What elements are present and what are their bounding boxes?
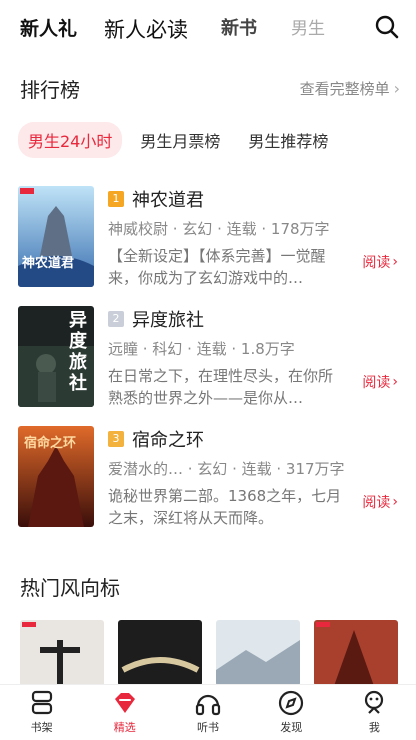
book-meta: 神威校尉 · 玄幻 · 连载 · 178万字: [108, 220, 330, 238]
tab-label: 听书: [197, 721, 219, 734]
read-button[interactable]: 阅读 ›: [362, 492, 398, 512]
read-label: 阅读: [362, 495, 391, 511]
tab-newbie-gift[interactable]: 新人礼: [20, 14, 77, 41]
hot-book-cover[interactable]: [118, 620, 202, 686]
book-desc: 【全新设定】【体系完善】一觉醒来，你成为了玄幻游戏中的…: [108, 247, 326, 287]
chevron-right-icon: ›: [393, 79, 400, 98]
book-cover-title: 宿命之环: [24, 436, 77, 451]
book-meta: 爱潜水的… · 玄幻 · 连载 · 317万字: [108, 460, 345, 478]
book-desc: 在日常之下，在理性尽头，在你所熟悉的世界之外——是你从…: [108, 367, 334, 407]
book-title: 宿命之环: [132, 430, 204, 451]
compass-icon: [279, 690, 304, 716]
tab-label: 新人必读: [104, 18, 188, 42]
chevron-right-icon: ›: [392, 374, 398, 390]
bookshelf-icon: [31, 690, 52, 715]
book-item[interactable]: 神农道君 1 神农道君 神威校尉 · 玄幻 · 连载 · 178万字 【全新设定…: [18, 186, 402, 290]
tab-label: 我: [368, 721, 380, 734]
rank-badge: 3: [108, 431, 124, 447]
tab-audiobooks[interactable]: 听书: [166, 685, 249, 740]
book-info: 3 宿命之环 爱潜水的… · 玄幻 · 连载 · 317万字 诡秘世界第二部。1…: [108, 426, 398, 529]
tab-label: 新书: [221, 18, 257, 39]
hot-thumbnails: [20, 620, 398, 686]
book-cover-title: 异度旅社: [69, 310, 87, 394]
hot-book-cover[interactable]: [216, 620, 300, 686]
tab-male[interactable]: 男生: [291, 14, 325, 39]
top-nav: 新人礼 新人必读 新书 男生: [0, 0, 416, 56]
book-item[interactable]: 异度旅社 2 异度旅社 远瞳 · 科幻 · 连载 · 1.8万字 在日常之下，在…: [18, 306, 402, 410]
book-info: 2 异度旅社 远瞳 · 科幻 · 连载 · 1.8万字 在日常之下，在理性尽头，…: [108, 306, 398, 409]
view-full-ranking-link[interactable]: 查看完整榜单 ›: [300, 78, 400, 99]
ranking-title: 排行榜: [20, 78, 80, 102]
hot-book-cover[interactable]: [314, 620, 398, 686]
headphones-icon: [195, 694, 221, 716]
tab-bookshelf[interactable]: 书架: [0, 685, 83, 740]
chip-male-recommend[interactable]: 男生推荐榜: [238, 122, 338, 158]
profile-icon: [365, 690, 384, 714]
tab-label: 书架: [30, 721, 53, 734]
tab-label: 精选: [113, 721, 136, 734]
bottom-tab-bar: 书架 精选 听书 发现 我: [0, 684, 416, 740]
tab-featured[interactable]: 精选: [83, 685, 166, 740]
ranking-header: 排行榜 查看完整榜单 ›: [20, 74, 400, 103]
tab-discover[interactable]: 发现: [250, 685, 333, 740]
tab-label: 发现: [280, 721, 303, 734]
view-full-ranking-label: 查看完整榜单: [299, 80, 390, 98]
chip-male-24h[interactable]: 男生24小时: [18, 122, 123, 158]
rank-badge: 1: [108, 191, 124, 207]
book-meta: 远瞳 · 科幻 · 连载 · 1.8万字: [108, 340, 295, 358]
read-button[interactable]: 阅读 ›: [362, 252, 398, 272]
book-title: 神农道君: [132, 190, 204, 211]
tab-new-books[interactable]: 新书: [219, 14, 257, 40]
hot-section-title: 热门风向标: [20, 576, 120, 600]
ranking-chips: 男生24小时 男生月票榜 男生推荐榜: [18, 122, 338, 158]
search-icon[interactable]: [374, 14, 400, 40]
tab-newbie-must-read[interactable]: 新人必读: [104, 14, 188, 44]
book-cover: 异度旅社: [18, 306, 94, 407]
book-title: 异度旅社: [132, 310, 204, 331]
book-cover: 神农道君: [18, 186, 94, 287]
tab-profile[interactable]: 我: [333, 685, 416, 740]
read-button[interactable]: 阅读 ›: [362, 372, 398, 392]
hot-book-cover[interactable]: [20, 620, 104, 686]
chevron-right-icon: ›: [392, 494, 398, 510]
book-cover-title: 神农道君: [22, 256, 75, 271]
chevron-right-icon: ›: [392, 254, 398, 270]
read-label: 阅读: [362, 375, 391, 391]
book-cover: 宿命之环: [18, 426, 94, 527]
book-info: 1 神农道君 神威校尉 · 玄幻 · 连载 · 178万字 【全新设定】【体系完…: [108, 186, 398, 289]
book-item[interactable]: 宿命之环 3 宿命之环 爱潜水的… · 玄幻 · 连载 · 317万字 诡秘世界…: [18, 426, 402, 530]
read-label: 阅读: [362, 255, 391, 271]
gem-icon: [114, 693, 135, 713]
book-desc: 诡秘世界第二部。1368之年，七月之末，深红将从天而降。: [108, 487, 342, 527]
chip-male-monthly[interactable]: 男生月票榜: [130, 122, 230, 158]
rank-badge: 2: [108, 311, 124, 327]
